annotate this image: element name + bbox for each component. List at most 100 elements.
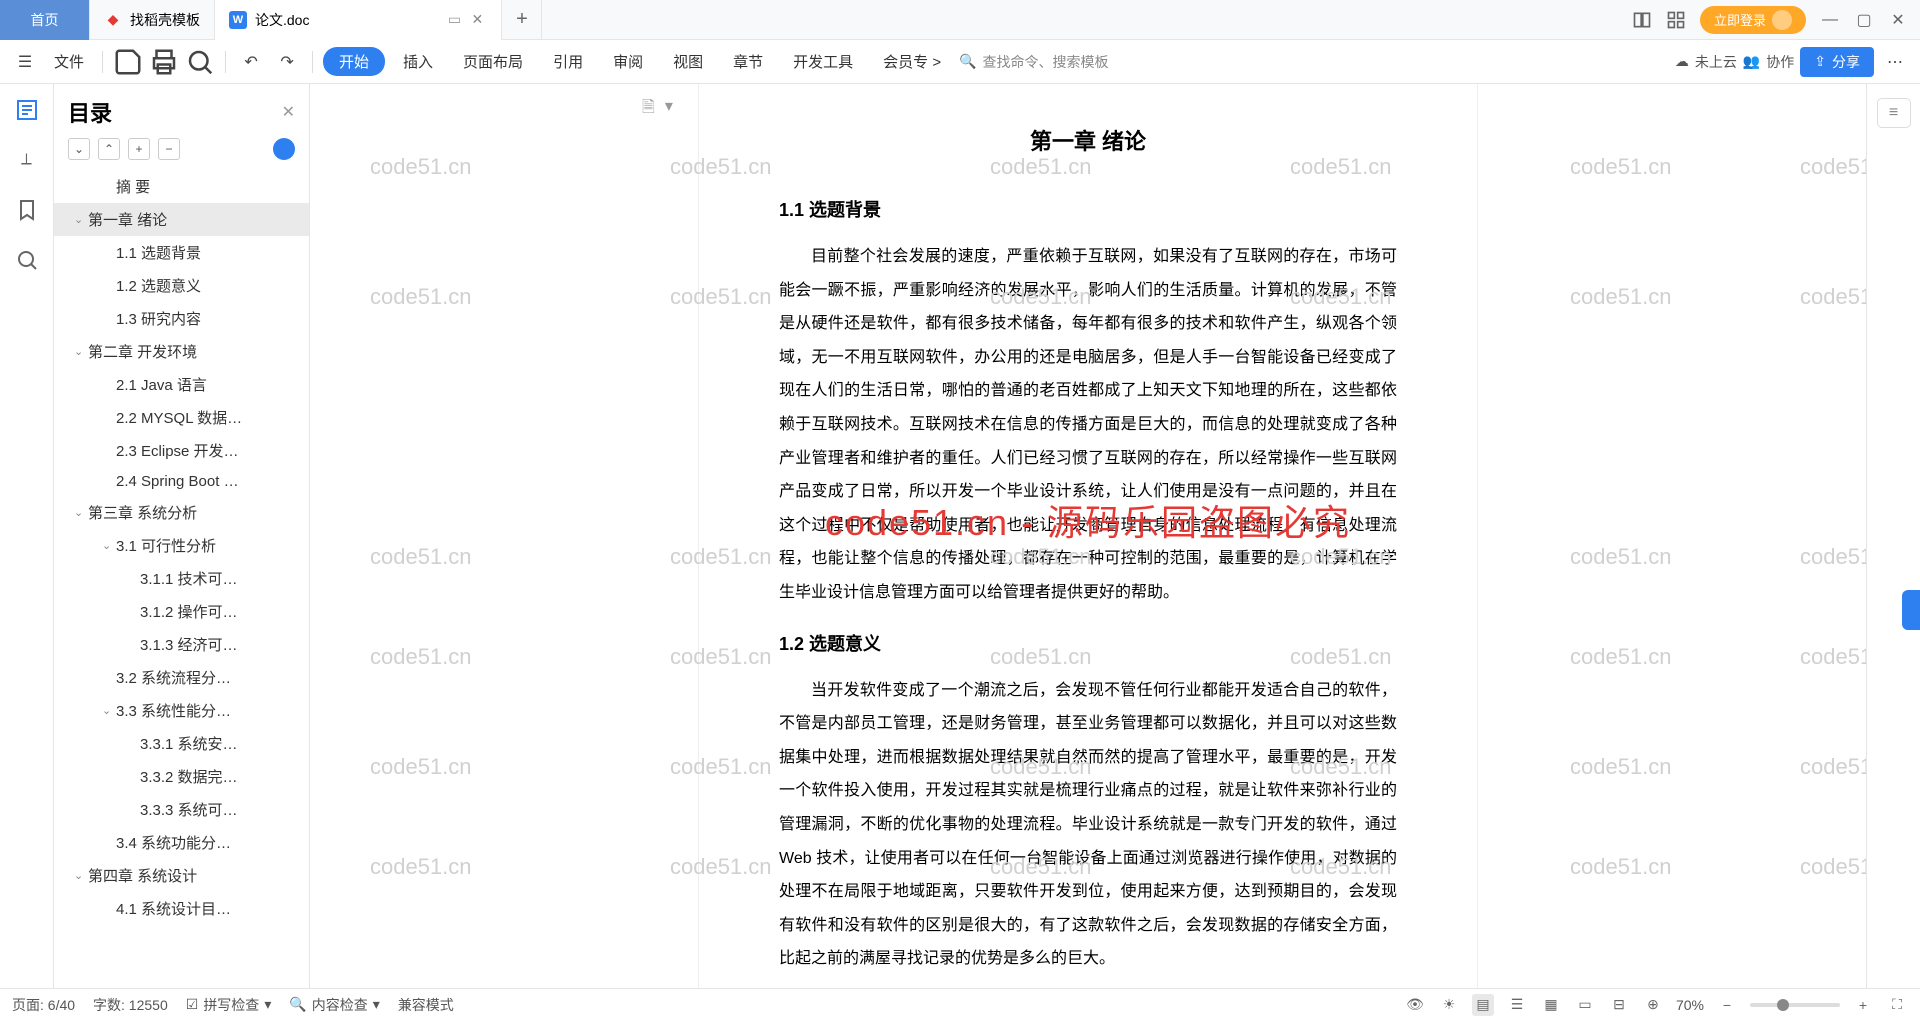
watermark-red: code51.cn - 源码乐园盗图必究 bbox=[825, 494, 1351, 546]
ruler-icon[interactable]: ⊟ bbox=[1608, 994, 1630, 1016]
preview-icon[interactable] bbox=[185, 47, 215, 77]
zoom-out-icon[interactable]: − bbox=[1716, 994, 1738, 1016]
remove-node-icon[interactable]: − bbox=[158, 138, 180, 160]
watermark-grey: code51.cn bbox=[370, 544, 472, 570]
outline-item[interactable]: 1.1 选题背景 bbox=[54, 236, 309, 269]
left-rail: ⟂ bbox=[0, 84, 54, 988]
fullscreen-icon[interactable]: ⛶ bbox=[1886, 994, 1908, 1016]
more-icon[interactable]: ⋯ bbox=[1880, 47, 1910, 77]
zoom-level[interactable]: 70% bbox=[1676, 997, 1704, 1013]
outline-item[interactable]: 3.1.1 技术可… bbox=[54, 562, 309, 595]
close-icon[interactable]: ✕ bbox=[471, 11, 487, 28]
bookmark-icon[interactable] bbox=[15, 198, 39, 222]
view-read-icon[interactable]: ▭ bbox=[1574, 994, 1596, 1016]
outline-item[interactable]: ⌄第三章 系统分析 bbox=[54, 496, 309, 529]
collapse-all-icon[interactable]: ⌄ bbox=[68, 138, 90, 160]
outline-item[interactable]: 2.3 Eclipse 开发… bbox=[54, 434, 309, 467]
outline-item[interactable]: ⌄第一章 绪论 bbox=[54, 203, 309, 236]
new-tab-button[interactable]: + bbox=[502, 0, 542, 40]
outline-item[interactable]: ⌄3.3 系统性能分… bbox=[54, 694, 309, 727]
maximize-icon[interactable]: ▢ bbox=[1854, 10, 1874, 30]
undo-icon[interactable]: ↶ bbox=[236, 47, 266, 77]
outline-item[interactable]: 2.1 Java 语言 bbox=[54, 368, 309, 401]
tab-templates[interactable]: ◆ 找稻壳模板 bbox=[90, 0, 215, 40]
cloud-status[interactable]: ☁ 未上云 bbox=[1675, 52, 1737, 72]
tab-review[interactable]: 审阅 bbox=[601, 45, 655, 78]
minimize-icon[interactable]: — bbox=[1820, 10, 1840, 30]
eye-icon[interactable]: 👁 bbox=[1404, 994, 1426, 1016]
watermark-grey: code51.cn bbox=[370, 284, 472, 310]
file-menu[interactable]: 文件 bbox=[46, 47, 92, 76]
outline-item[interactable]: 3.1.3 经济可… bbox=[54, 628, 309, 661]
outline-item[interactable]: ⌄3.1 可行性分析 bbox=[54, 529, 309, 562]
compat-mode[interactable]: 兼容模式 bbox=[398, 995, 454, 1015]
menu-icon[interactable]: ☰ bbox=[10, 47, 40, 77]
outline-item[interactable]: 1.2 选题意义 bbox=[54, 269, 309, 302]
rail-pin-icon[interactable]: ⟂ bbox=[15, 148, 39, 172]
redo-icon[interactable]: ↷ bbox=[272, 47, 302, 77]
sun-icon[interactable]: ☀ bbox=[1438, 994, 1460, 1016]
save-icon[interactable] bbox=[113, 47, 143, 77]
tab-references[interactable]: 引用 bbox=[541, 45, 595, 78]
command-search[interactable]: 🔍 查找命令、搜索模板 bbox=[959, 52, 1108, 72]
layout-icon[interactable] bbox=[1632, 10, 1652, 30]
side-flyout-tab[interactable] bbox=[1902, 590, 1920, 630]
apps-icon[interactable] bbox=[1666, 10, 1686, 30]
page-dropdown-icon[interactable]: ▾ bbox=[665, 96, 673, 123]
right-panel-toggle-icon[interactable]: ≡ bbox=[1877, 98, 1911, 128]
page-doc-icon[interactable]: 🗎 bbox=[642, 96, 655, 123]
add-node-icon[interactable]: + bbox=[128, 138, 150, 160]
watermark-grey: code51.cn bbox=[1570, 754, 1672, 780]
view-page-icon[interactable]: ▤ bbox=[1472, 994, 1494, 1016]
zoom-slider[interactable] bbox=[1750, 1003, 1840, 1007]
tab-member[interactable]: 会员专 > bbox=[871, 45, 953, 78]
zoom-in-icon[interactable]: + bbox=[1852, 994, 1874, 1016]
section-1-1-title: 1.1 选题背景 bbox=[779, 196, 1397, 222]
outline-item[interactable]: ⌄第二章 开发环境 bbox=[54, 335, 309, 368]
document-canvas[interactable]: 🗎 ▾ 第一章 绪论 1.1 选题背景 目前整个社会发展的速度，严重依赖于互联网… bbox=[310, 84, 1866, 988]
outline-item[interactable]: 摘 要 bbox=[54, 170, 309, 203]
view-outline-icon[interactable]: ☰ bbox=[1506, 994, 1528, 1016]
outline-item[interactable]: 3.3.2 数据完… bbox=[54, 760, 309, 793]
window-mode-icon[interactable]: ▭ bbox=[445, 11, 463, 29]
tab-home[interactable]: 首页 bbox=[0, 0, 90, 40]
page-indicator[interactable]: 页面: 6/40 bbox=[12, 995, 75, 1015]
word-count[interactable]: 字数: 12550 bbox=[93, 995, 168, 1015]
tab-view[interactable]: 视图 bbox=[661, 45, 715, 78]
outline-item[interactable]: 3.3.3 系统可… bbox=[54, 793, 309, 826]
zoom-fit-icon[interactable]: ⊕ bbox=[1642, 994, 1664, 1016]
tab-start[interactable]: 开始 bbox=[323, 47, 385, 76]
outline-item[interactable]: 1.3 研究内容 bbox=[54, 302, 309, 335]
tab-page-layout[interactable]: 页面布局 bbox=[451, 45, 535, 78]
outline-title: 目录 bbox=[68, 96, 112, 128]
collab-button[interactable]: 👥 协作 bbox=[1743, 52, 1794, 72]
outline-item[interactable]: 2.4 Spring Boot … bbox=[54, 467, 309, 496]
search-icon[interactable] bbox=[15, 248, 39, 272]
outline-icon[interactable] bbox=[15, 98, 39, 122]
close-window-icon[interactable]: ✕ bbox=[1888, 10, 1908, 30]
outline-close-icon[interactable]: ✕ bbox=[282, 102, 295, 122]
content-check[interactable]: 🔍 内容检查 ▾ bbox=[289, 995, 379, 1015]
watermark-grey: code51.cn bbox=[370, 754, 472, 780]
print-icon[interactable] bbox=[149, 47, 179, 77]
tab-dev-tools[interactable]: 开发工具 bbox=[781, 45, 865, 78]
outline-item[interactable]: 4.1 系统设计目… bbox=[54, 892, 309, 925]
tab-insert[interactable]: 插入 bbox=[391, 45, 445, 78]
outline-item[interactable]: ⌄第四章 系统设计 bbox=[54, 859, 309, 892]
share-button[interactable]: ⇪ 分享 bbox=[1800, 47, 1874, 77]
outline-item[interactable]: 3.3.1 系统安… bbox=[54, 727, 309, 760]
outline-item[interactable]: 2.2 MYSQL 数据… bbox=[54, 401, 309, 434]
login-button[interactable]: 立即登录 bbox=[1700, 6, 1806, 34]
ai-icon[interactable] bbox=[273, 138, 295, 160]
right-rail: ≡ bbox=[1866, 84, 1920, 988]
outline-item[interactable]: 3.2 系统流程分… bbox=[54, 661, 309, 694]
outline-item[interactable]: 3.4 系统功能分… bbox=[54, 826, 309, 859]
watermark-grey: code51.cn bbox=[1570, 644, 1672, 670]
outline-item[interactable]: 3.1.2 操作可… bbox=[54, 595, 309, 628]
tab-chapter[interactable]: 章节 bbox=[721, 45, 775, 78]
tab-document[interactable]: W 论文.doc ▭ ✕ bbox=[215, 0, 502, 40]
watermark-grey: code51.cn bbox=[1570, 544, 1672, 570]
view-web-icon[interactable]: ▦ bbox=[1540, 994, 1562, 1016]
expand-all-icon[interactable]: ⌃ bbox=[98, 138, 120, 160]
spell-check[interactable]: ☑ 拼写检查 ▾ bbox=[186, 995, 272, 1015]
